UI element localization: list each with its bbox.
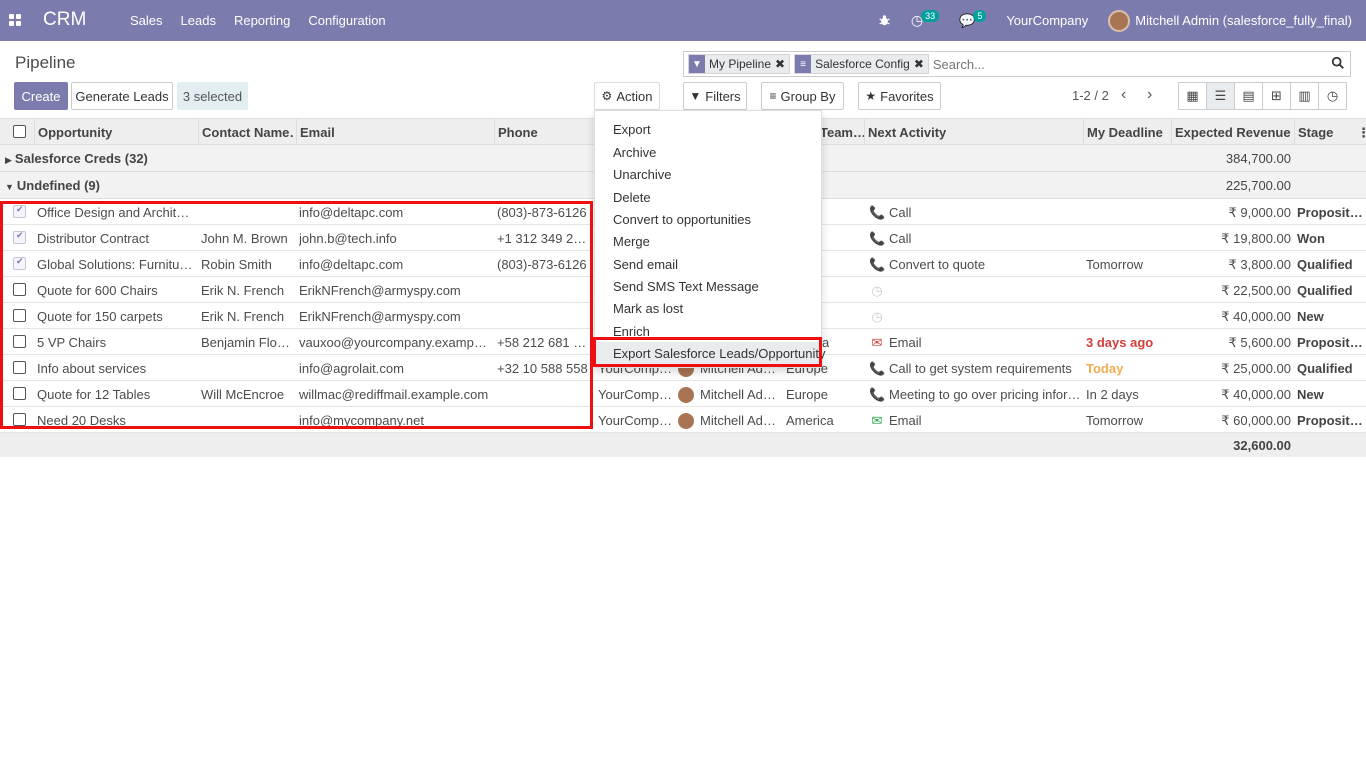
select-all-checkbox[interactable] <box>13 125 26 141</box>
search-bar[interactable]: ▼ My Pipeline ✖ ≡ Salesforce Config ✖ <box>683 51 1351 77</box>
company-switcher[interactable]: YourCompany <box>1006 13 1088 28</box>
menu-leads[interactable]: Leads <box>181 13 216 28</box>
menu-configuration[interactable]: Configuration <box>308 13 385 28</box>
row-checkbox[interactable] <box>13 335 26 351</box>
search-input[interactable] <box>932 56 1313 72</box>
menu-item-export[interactable]: Export <box>613 122 651 137</box>
top-navbar: CRM Sales Leads Reporting Configuration … <box>0 0 1366 41</box>
pager-next-icon[interactable]: › <box>1147 86 1152 104</box>
row-checkbox[interactable] <box>13 283 26 299</box>
page-title: Pipeline <box>15 53 76 72</box>
menu-item-merge[interactable]: Merge <box>613 234 650 249</box>
row-checkbox[interactable] <box>13 257 26 273</box>
gear-icon: ⚙ <box>601 89 613 103</box>
user-avatar <box>678 387 694 403</box>
menu-item-archive[interactable]: Archive <box>613 145 656 160</box>
filter-icon: ▼ <box>689 55 705 73</box>
row-checkbox[interactable] <box>13 361 26 377</box>
remove-facet-icon[interactable]: ✖ <box>914 57 928 71</box>
user-menu[interactable]: Mitchell Admin (salesforce_fully_final) <box>1108 9 1352 32</box>
clock-icon: ◷ <box>871 309 883 324</box>
users-icon: 📞 <box>869 387 886 402</box>
groupby-button[interactable]: ≡ Group By <box>761 82 844 110</box>
groupby-icon: ≡ <box>795 55 812 73</box>
col-email[interactable]: Email <box>300 125 335 140</box>
col-team[interactable]: Team… <box>820 125 866 140</box>
messages-count-badge: 5 <box>973 9 987 22</box>
menu-item-export-salesforce[interactable]: Export Salesforce Leads/Opportunity <box>595 342 825 364</box>
menu-item-mark-lost[interactable]: Mark as lost <box>613 301 683 316</box>
create-button[interactable]: Create <box>14 82 68 110</box>
col-deadline[interactable]: My Deadline <box>1087 125 1163 140</box>
calendar-view-icon[interactable]: ▤ <box>1234 82 1263 110</box>
row-checkbox[interactable] <box>13 387 26 403</box>
col-revenue[interactable]: Expected Revenue… <box>1175 125 1291 140</box>
list-view-icon[interactable]: ☰ <box>1206 82 1235 110</box>
caret-down-icon: ▼ <box>5 182 14 192</box>
col-stage[interactable]: Stage <box>1298 125 1333 140</box>
phone-icon: 📞 <box>869 231 886 246</box>
envelope-icon: ✉ <box>871 413 883 428</box>
optional-columns-icon[interactable]: ⋮ <box>1357 125 1366 141</box>
messaging-menu[interactable]: 💬 5 <box>959 9 987 29</box>
selected-counter: 3 selected <box>177 82 248 110</box>
pivot-view-icon[interactable]: ⊞ <box>1262 82 1291 110</box>
clock-icon: ◷ <box>871 283 883 298</box>
filter-icon: ▼ <box>689 89 702 103</box>
menu-item-send-email[interactable]: Send email <box>613 257 678 272</box>
action-dropdown-menu: Export Archive Unarchive Delete Convert … <box>594 110 825 368</box>
bars-icon: ≡ <box>769 89 777 103</box>
caret-right-icon: ▶ <box>5 155 12 165</box>
main-menu: Sales Leads Reporting Configuration <box>130 13 404 28</box>
search-icon[interactable] <box>1331 56 1345 70</box>
menu-sales[interactable]: Sales <box>130 13 163 28</box>
generate-leads-button[interactable]: Generate Leads <box>71 82 173 110</box>
phone-icon: 📞 <box>869 361 886 376</box>
row-checkbox[interactable] <box>13 413 26 429</box>
activity-count-badge: 33 <box>921 9 940 22</box>
remove-facet-icon[interactable]: ✖ <box>775 57 789 71</box>
activity-view-icon[interactable]: ◷ <box>1318 82 1347 110</box>
facet-my-pipeline[interactable]: ▼ My Pipeline ✖ <box>688 54 791 74</box>
action-button[interactable]: ⚙ Action <box>594 82 660 110</box>
activity-menu[interactable]: ◷ 33 <box>911 9 940 29</box>
col-next-activity[interactable]: Next Activity <box>868 125 946 140</box>
menu-item-unarchive[interactable]: Unarchive <box>613 167 672 182</box>
table-footer: 32,600.00 <box>0 433 1366 457</box>
systray: ◷ 33 💬 5 YourCompany Mitchell Admin (sal… <box>858 0 1352 41</box>
user-avatar <box>1108 9 1131 32</box>
pager-value[interactable]: 1-2 / 2 <box>1072 88 1109 103</box>
debug-bug-icon[interactable] <box>878 14 891 27</box>
footer-total: 32,600.00 <box>1233 438 1291 453</box>
table-row[interactable]: Need 20 Desks info@mycompany.net YourCom… <box>0 407 1366 433</box>
star-icon: ★ <box>865 89 877 103</box>
favorites-button[interactable]: ★ Favorites <box>858 82 941 110</box>
filters-button[interactable]: ▼ Filters <box>683 82 747 110</box>
phone-icon: 📞 <box>869 257 886 272</box>
row-checkbox[interactable] <box>13 309 26 325</box>
envelope-icon: ✉ <box>871 335 883 350</box>
row-checkbox[interactable] <box>13 205 26 221</box>
user-name: Mitchell Admin (salesforce_fully_final) <box>1135 13 1352 28</box>
col-contact[interactable]: Contact Name… <box>202 125 294 140</box>
apps-menu-icon[interactable] <box>9 14 21 26</box>
col-opportunity[interactable]: Opportunity <box>38 125 112 140</box>
pager-previous-icon[interactable]: ‹ <box>1121 86 1126 104</box>
menu-item-enrich[interactable]: Enrich <box>613 324 650 339</box>
menu-item-send-sms[interactable]: Send SMS Text Message <box>613 279 759 294</box>
facet-salesforce-config[interactable]: ≡ Salesforce Config ✖ <box>794 54 929 74</box>
menu-reporting[interactable]: Reporting <box>234 13 290 28</box>
menu-item-convert[interactable]: Convert to opportunities <box>613 212 751 227</box>
phone-icon: 📞 <box>869 205 886 220</box>
kanban-view-icon[interactable]: ▦ <box>1178 82 1207 110</box>
view-switcher: ▦ ☰ ▤ ⊞ ▥ ◷ <box>1178 82 1347 110</box>
app-brand[interactable]: CRM <box>43 9 86 31</box>
table-row[interactable]: Quote for 12 Tables Will McEncroe willma… <box>0 381 1366 407</box>
col-phone[interactable]: Phone <box>498 125 538 140</box>
menu-item-delete[interactable]: Delete <box>613 190 651 205</box>
row-checkbox[interactable] <box>13 231 26 247</box>
graph-view-icon[interactable]: ▥ <box>1290 82 1319 110</box>
user-avatar <box>678 413 694 429</box>
